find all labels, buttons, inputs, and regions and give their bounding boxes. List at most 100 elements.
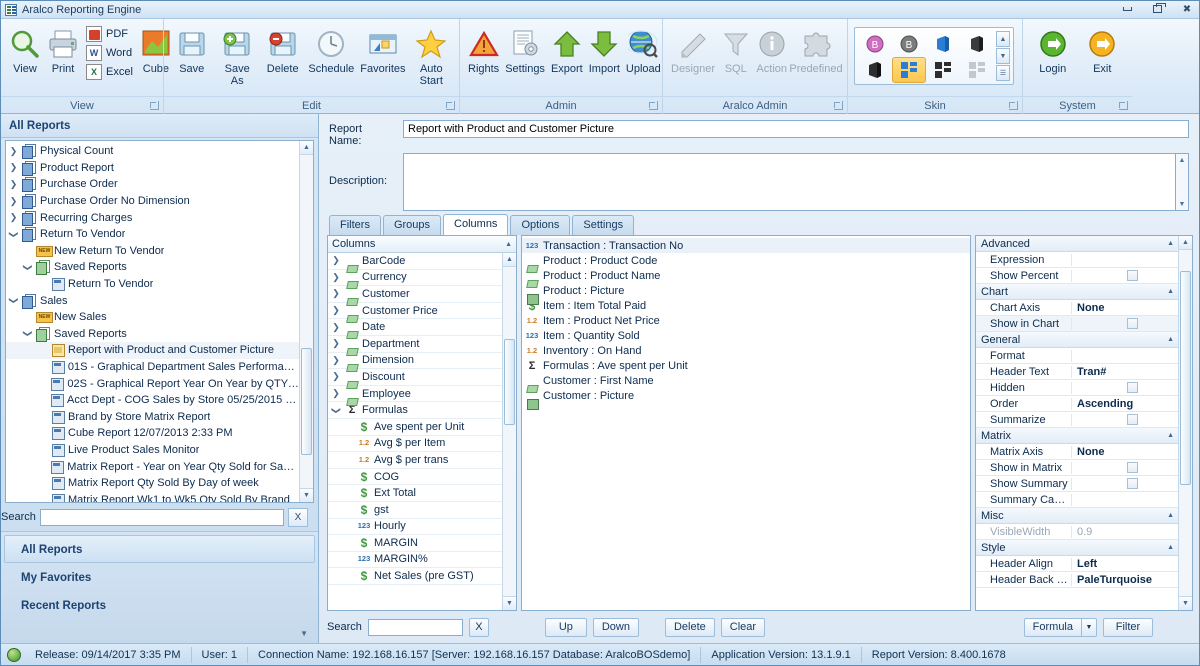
property-value[interactable] [1072,462,1178,473]
tree-node[interactable]: ❯ Purchase Order [6,176,299,193]
report-tree-scrollbar[interactable]: ▲ ▼ [299,141,313,502]
columns-search-clear-button[interactable]: X [468,617,489,637]
available-column-row[interactable]: 1.2 Avg $ per Item [328,436,502,453]
property-grid-scrollbar[interactable]: ▲ ▼ [1178,236,1192,610]
available-column-row[interactable]: 123 MARGIN% [328,552,502,569]
property-row[interactable]: Format [976,348,1178,364]
available-columns-header[interactable]: Columns ▲ [328,236,516,253]
property-category-general[interactable]: General ▲ [976,332,1178,348]
skin-gallery-scrollbar[interactable]: ▲ ▼ ☰ [996,31,1010,81]
tree-expander-icon[interactable]: ❯ [8,162,19,173]
login-button[interactable]: Login [1029,23,1077,79]
available-column-row[interactable]: 123 Hourly [328,519,502,536]
property-row[interactable]: Show Summary [976,476,1178,492]
tree-node[interactable]: ❯ Return To Vendor [6,226,299,243]
property-row[interactable]: Summary Caption [976,492,1178,508]
upload-button[interactable]: Upload [624,23,663,79]
move-up-button[interactable]: Up [544,617,587,637]
sidebar-nav-item-recent-reports[interactable]: Recent Reports [4,591,315,619]
available-column-row[interactable]: $ Net Sales (pre GST) [328,568,502,585]
property-category-matrix[interactable]: Matrix ▲ [976,428,1178,444]
tree-node[interactable]: ❯ Product Report [6,160,299,177]
tree-node[interactable]: ❯ Sales [6,292,299,309]
scroll-track[interactable] [300,155,313,488]
delete-button[interactable]: Delete [261,23,304,79]
column-expander-icon[interactable]: ❯ [330,355,342,366]
property-row[interactable]: Expression [976,252,1178,268]
property-category-style[interactable]: Style ▲ [976,540,1178,556]
property-row[interactable]: Summarize [976,412,1178,428]
sidebar-search-input[interactable] [39,508,284,526]
skin-dark-tiles-icon[interactable] [926,57,960,83]
exit-button[interactable]: Exit [1079,23,1127,79]
property-value[interactable] [1072,414,1178,425]
delete-column-button[interactable]: Delete [664,617,715,637]
selected-column-row[interactable]: Product : Product Name [522,268,970,283]
property-row[interactable]: Show Percent [976,268,1178,284]
tree-node[interactable]: Cube Report 12/07/2013 2:33 PM [6,425,299,442]
tree-node[interactable]: Return To Vendor [6,276,299,293]
selected-columns-list[interactable]: 123 Transaction : Transaction No Product :… [522,236,970,610]
property-checkbox[interactable] [1127,414,1138,425]
collapse-chevron-icon[interactable]: ▲ [1167,240,1174,247]
tree-node[interactable]: ❯ Recurring Charges [6,209,299,226]
tree-node[interactable]: 02S - Graphical Report Year On Year by Q… [6,375,299,392]
available-column-row[interactable]: ❯ BarCode [328,253,502,270]
property-category-chart[interactable]: Chart ▲ [976,284,1178,300]
collapse-chevron-icon[interactable]: ▲ [1167,288,1174,295]
sidebar-nav-item-all-reports[interactable]: All Reports [4,535,315,563]
property-grid[interactable]: Advanced ▲ Expression Show Percent Chart ▲ Cha… [976,236,1178,610]
tree-node[interactable]: ❯ Saved Reports [6,259,299,276]
tree-node[interactable]: ❯ Physical Count [6,143,299,160]
property-value[interactable]: 0.9 [1072,526,1178,538]
column-expander-icon[interactable]: ❯ [331,404,342,416]
property-value[interactable]: Ascending [1072,398,1178,410]
property-row[interactable]: Order Ascending [976,396,1178,412]
pdf-button[interactable]: PDF [83,25,136,43]
tab-settings[interactable]: Settings [572,215,635,235]
skin-light-tiles-icon[interactable] [960,57,994,83]
available-column-row[interactable]: $ Ave spent per Unit [328,419,502,436]
property-value[interactable]: PaleTurquoise [1072,574,1178,586]
column-expander-icon[interactable]: ❯ [330,272,342,283]
scroll-up-icon[interactable]: ▲ [300,141,313,155]
desc-scroll-down-icon[interactable]: ▼ [1176,198,1188,210]
available-column-row[interactable]: 1.2 Avg $ per trans [328,452,502,469]
formula-dropdown-icon[interactable]: ▼ [1081,617,1097,637]
prop-scroll-thumb[interactable] [1180,270,1191,486]
description-textarea[interactable] [403,153,1176,211]
available-column-row[interactable]: $ Ext Total [328,485,502,502]
property-row[interactable]: Header Back ColorPaleTurquoise [976,572,1178,588]
skin-dialog-launcher-icon[interactable] [1009,101,1018,110]
nav-overflow-icon[interactable]: ▼ [300,629,308,638]
minimize-icon[interactable] [1119,2,1135,16]
selected-column-row[interactable]: 123 Item : Quantity Sold [522,328,970,343]
column-expander-icon[interactable]: ❯ [330,305,342,316]
tree-node[interactable]: Matrix Report - Year on Year Qty Sold fo… [6,458,299,475]
column-expander-icon[interactable]: ❯ [330,371,342,382]
collapse-chevron-icon[interactable]: ▲ [1167,432,1174,439]
property-row[interactable]: VisibleWidth 0.9 [976,524,1178,540]
save-button[interactable]: Save [170,23,213,79]
aralco-admin-dialog-launcher-icon[interactable] [834,101,843,110]
skin-dark-office-icon[interactable] [960,31,994,57]
property-value[interactable] [1072,270,1178,281]
property-value[interactable] [1072,478,1178,489]
tree-node[interactable]: Live Product Sales Monitor [6,442,299,459]
tree-expander-icon[interactable]: ❯ [8,196,19,207]
favorites-button[interactable]: Favorites [358,23,407,79]
property-row[interactable]: Header Align Left [976,556,1178,572]
move-down-button[interactable]: Down [592,617,639,637]
sidebar-nav-item-my-favorites[interactable]: My Favorites [4,563,315,591]
desc-scroll-up-icon[interactable]: ▲ [1176,154,1188,166]
available-column-row[interactable]: $ COG [328,469,502,486]
property-value[interactable]: None [1072,302,1178,314]
formula-button[interactable]: Formula [1023,617,1081,637]
selected-column-row[interactable]: $ Item : Item Total Paid [522,298,970,313]
property-category-misc[interactable]: Misc ▲ [976,508,1178,524]
save-as-button[interactable]: Save As [215,23,258,91]
collapse-chevron-icon[interactable]: ▲ [1167,544,1174,551]
selected-column-row[interactable]: 1.2 Item : Product Net Price [522,313,970,328]
tree-expander-icon[interactable]: ❯ [8,229,19,240]
property-value[interactable]: Tran# [1072,366,1178,378]
